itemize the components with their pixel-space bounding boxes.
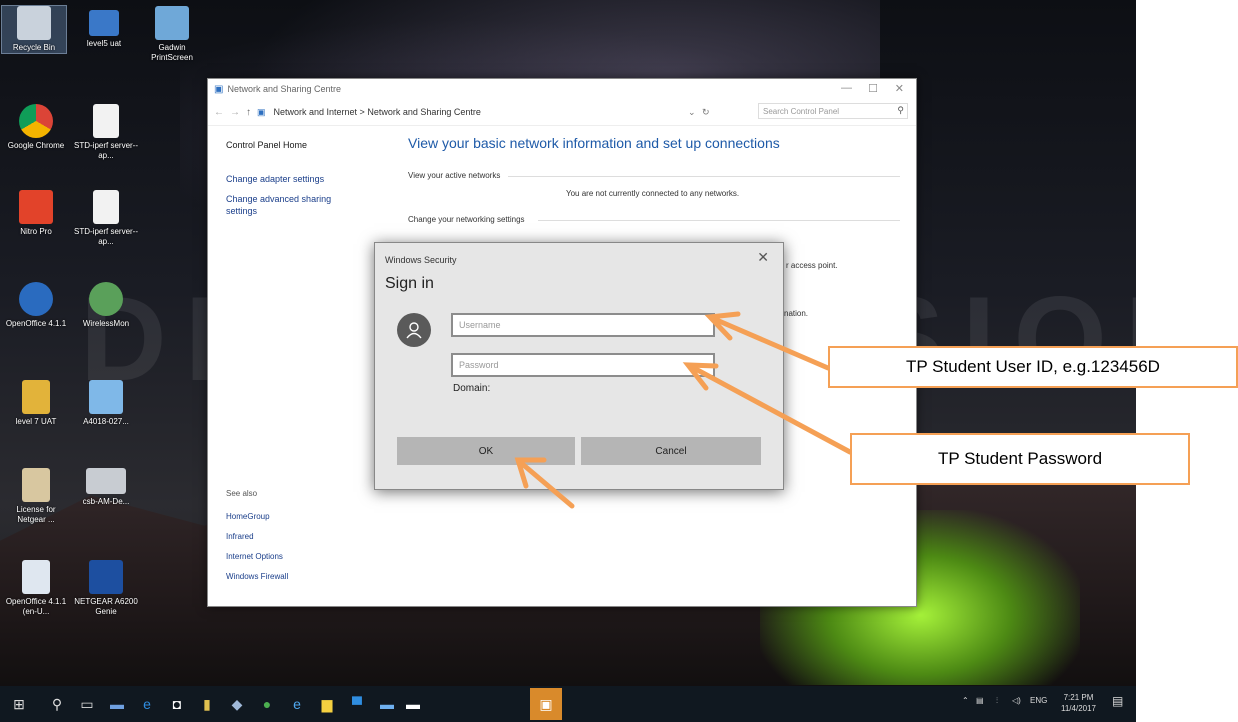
start-windows-icon[interactable]: ⊞ [10, 695, 28, 713]
system-clock[interactable]: 7:21 PM 11/4/2017 [1061, 692, 1096, 714]
app-icon-4[interactable]: ▬ [378, 695, 396, 713]
volume-tray-icon[interactable]: ◁) [1012, 696, 1021, 705]
internet-explorer-icon[interactable]: e [288, 695, 306, 713]
app-icon-1[interactable]: ▮ [198, 695, 216, 713]
callout-password: TP Student Password [850, 433, 1190, 485]
search-icon[interactable]: ⚲ [48, 695, 66, 713]
chrome-taskbar-icon[interactable]: ● [258, 695, 276, 713]
sticky-notes-icon[interactable]: ▆ [318, 695, 336, 713]
arrow-to-username [709, 315, 831, 371]
edge-browser-icon[interactable]: e [138, 695, 156, 713]
clock-time: 7:21 PM [1063, 693, 1094, 702]
app-icon-2[interactable]: ◆ [228, 695, 246, 713]
notifications-icon[interactable]: ▤ [1112, 694, 1123, 708]
active-app-icon[interactable]: ▣ [530, 688, 562, 720]
clock-date: 11/4/2017 [1061, 704, 1096, 713]
file-explorer-icon[interactable]: ▬ [108, 695, 126, 713]
tray-chevron-icon[interactable]: ⌃ [962, 696, 969, 705]
wifi-tray-icon[interactable]: ⫶ [996, 696, 998, 706]
callout-user-id: TP Student User ID, e.g.123456D [828, 346, 1238, 388]
network-tray-icon[interactable]: ▤ [976, 696, 984, 705]
taskbar: ⊞ ⚲ ▭ ▬ e ◘ ▮ ◆ ● e ▆ ▀ ▬ ▬ ▣ ⌃ ▤ ⫶ ◁) E… [0, 686, 1136, 722]
app-icon-3[interactable]: ▀ [348, 695, 366, 713]
arrow-to-password [687, 363, 853, 455]
app-icon-5[interactable]: ▬ [404, 695, 422, 713]
task-view-icon[interactable]: ▭ [78, 695, 96, 713]
language-indicator[interactable]: ENG [1030, 696, 1047, 705]
store-icon[interactable]: ◘ [168, 695, 186, 713]
